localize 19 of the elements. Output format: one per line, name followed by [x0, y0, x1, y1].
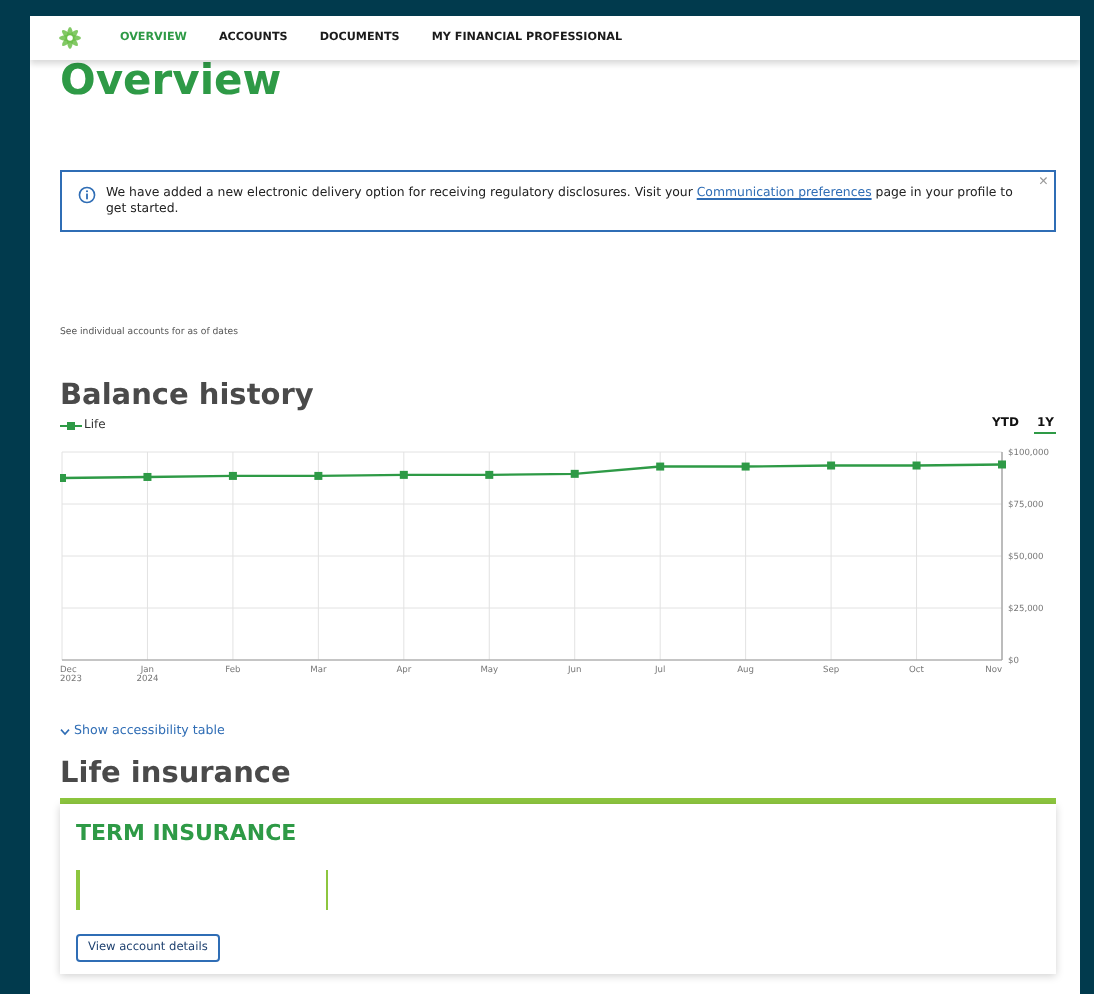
data-point [314, 471, 323, 480]
data-point [741, 462, 750, 471]
data-point [143, 472, 152, 481]
data-point [60, 474, 66, 482]
data-point [827, 461, 836, 470]
section-title: Life insurance [60, 758, 293, 790]
logo-icon[interactable] [58, 26, 82, 50]
data-point [570, 469, 579, 478]
data-point [228, 471, 237, 480]
chevron-icon [60, 727, 70, 735]
data-point [485, 470, 494, 479]
data-point [912, 461, 921, 470]
card-title: TERM INSURANCE [76, 820, 299, 846]
section-title: Balance history [60, 380, 316, 412]
data-point [656, 462, 665, 471]
info-icon [78, 186, 96, 204]
data-point [998, 460, 1006, 469]
data-point [399, 470, 408, 479]
page-title: Overview [60, 60, 284, 100]
